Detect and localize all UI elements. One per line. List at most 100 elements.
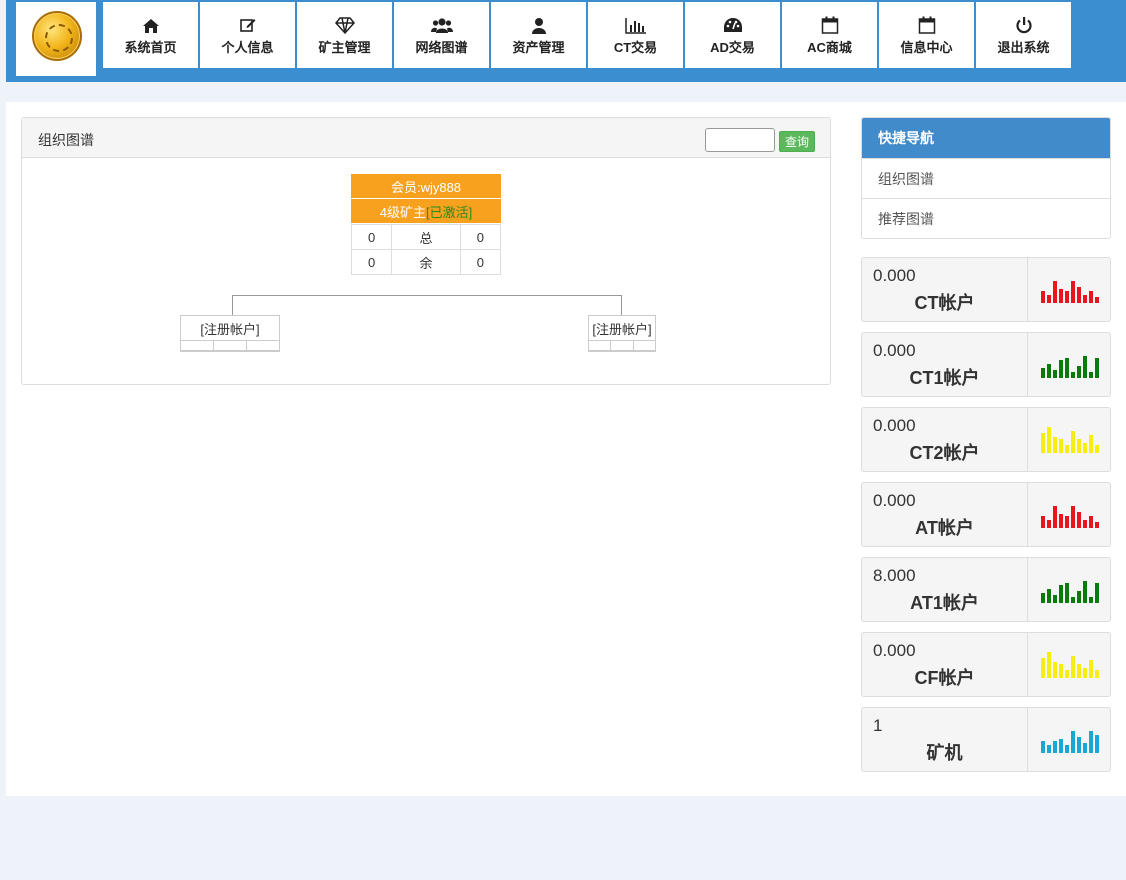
nav-assets[interactable]: 资产管理 (491, 2, 586, 68)
account-card[interactable]: 0.000 CT1帐户 (861, 332, 1111, 397)
sparkline-bar (1070, 506, 1075, 528)
account-value: 0.000 (873, 641, 916, 660)
nav-miner[interactable]: 矿主管理 (297, 2, 392, 68)
nav-label: CT交易 (613, 40, 658, 55)
child-label: [注册帐户] (589, 316, 655, 341)
account-value: 1 (873, 716, 883, 735)
quick-nav: 快捷导航 组织图谱 推荐图谱 (861, 117, 1111, 239)
main-nav: 系统首页 个人信息 矿主管理 网络图谱 资产管理 CT交易 AD交易 AC商城 信息中心 退出系统 (103, 2, 1073, 68)
org-root-node[interactable]: 会员:wjy888 4级矿主 [已激活] 0 总 0 0 余 0 (350, 174, 502, 275)
sparkline-bar (1040, 593, 1045, 603)
child-label: [注册帐户] (181, 316, 279, 341)
sparkline-bar (1082, 581, 1087, 603)
root-stats-table: 0 总 0 0 余 0 (350, 224, 502, 275)
sparkline-bar (1070, 656, 1075, 678)
edit-icon (239, 14, 257, 34)
child-node-right[interactable]: [注册帐户] (588, 315, 656, 352)
nav-ac[interactable]: AC商城 (782, 2, 877, 68)
sparkline-bar (1052, 741, 1057, 753)
sparkline-bar (1082, 295, 1087, 303)
sparkline-bar (1040, 658, 1045, 678)
account-value: 0.000 (873, 266, 916, 285)
account-name: 矿机 (926, 743, 963, 763)
coin-logo-icon (32, 11, 82, 61)
nav-label: AD交易 (710, 40, 755, 55)
sparkline-bar (1076, 366, 1081, 378)
diamond-icon (334, 14, 355, 34)
sparkline-bar (1088, 660, 1093, 678)
sparkline-bar (1088, 435, 1093, 453)
table-row: 0 余 0 (350, 249, 502, 275)
sparkline-bar (1064, 670, 1069, 678)
nav-ad[interactable]: AD交易 (685, 2, 780, 68)
panel-title: 组织图谱 (38, 132, 94, 148)
nav-label: 信息中心 (900, 40, 953, 55)
account-name: AT帐户 (915, 518, 974, 538)
home-icon (142, 14, 160, 34)
sparkline-bar (1058, 664, 1063, 678)
sparkline-bar (1046, 652, 1051, 678)
sparkline-bar (1082, 743, 1087, 753)
stat-label: 余 (391, 249, 461, 275)
child-node-left[interactable]: [注册帐户] (180, 315, 280, 352)
sparkline-bar (1076, 737, 1081, 753)
logo[interactable] (16, 2, 96, 76)
search-button[interactable]: 查询 (779, 131, 815, 152)
quick-nav-org[interactable]: 组织图谱 (862, 158, 1110, 198)
sparkline-bar (1052, 437, 1057, 453)
nav-home[interactable]: 系统首页 (103, 2, 198, 68)
account-name: CT2帐户 (909, 443, 980, 463)
quick-nav-title: 快捷导航 (862, 118, 1110, 158)
user-icon (531, 14, 547, 34)
sparkline-bar (1064, 583, 1069, 603)
sparkline-bar (1058, 739, 1063, 753)
sparkline-bar (1070, 597, 1075, 603)
sparkline-icon (1027, 708, 1111, 771)
sparkline-bar (1088, 291, 1093, 303)
sparkline-bar (1064, 358, 1069, 378)
search-input[interactable] (705, 128, 775, 152)
power-icon (1015, 14, 1033, 34)
nav-network[interactable]: 网络图谱 (394, 2, 489, 68)
sparkline-bar (1094, 670, 1099, 678)
nav-label: 个人信息 (221, 40, 274, 55)
sparkline-bar (1052, 281, 1057, 303)
account-card[interactable]: 0.000 CF帐户 (861, 632, 1111, 697)
sparkline-bar (1088, 372, 1093, 378)
root-level: 4级矿主 [已激活] (351, 199, 501, 224)
calendar-icon (918, 14, 936, 34)
top-bar: 系统首页 个人信息 矿主管理 网络图谱 资产管理 CT交易 AD交易 AC商城 信息中心 退出系统 (6, 0, 1126, 82)
sparkline-bar (1040, 368, 1045, 378)
nav-label: 系统首页 (124, 40, 177, 55)
sparkline-bar (1058, 439, 1063, 453)
sparkline-bar (1082, 443, 1087, 453)
account-card[interactable]: 1 矿机 (861, 707, 1111, 772)
nav-ct[interactable]: CT交易 (588, 2, 683, 68)
nav-label: 矿主管理 (318, 40, 371, 55)
account-card[interactable]: 0.000 AT帐户 (861, 482, 1111, 547)
account-name: AT1帐户 (910, 593, 979, 613)
nav-label: 网络图谱 (415, 40, 468, 55)
sparkline-bar (1088, 597, 1093, 603)
sparkline-bar (1046, 520, 1051, 528)
account-name: CF帐户 (914, 668, 975, 688)
sparkline-bar (1064, 445, 1069, 453)
sparkline-bar (1070, 372, 1075, 378)
calendar-icon (821, 14, 839, 34)
sparkline-bar (1040, 741, 1045, 753)
account-card[interactable]: 0.000 CT帐户 (861, 257, 1111, 322)
sparkline-icon (1027, 633, 1111, 696)
account-card[interactable]: 0.000 CT2帐户 (861, 407, 1111, 472)
quick-nav-referral[interactable]: 推荐图谱 (862, 198, 1110, 238)
sparkline-icon (1027, 483, 1111, 546)
sparkline-bar (1070, 281, 1075, 303)
nav-info[interactable]: 信息中心 (879, 2, 974, 68)
sparkline-icon (1027, 558, 1111, 621)
nav-logout[interactable]: 退出系统 (976, 2, 1071, 68)
sparkline-bar (1070, 431, 1075, 453)
account-card[interactable]: 8.000 AT1帐户 (861, 557, 1111, 622)
nav-profile[interactable]: 个人信息 (200, 2, 295, 68)
root-member: 会员:wjy888 (351, 174, 501, 199)
root-level-label: 4级矿主 (379, 204, 426, 220)
stat-right: 0 (459, 224, 502, 250)
